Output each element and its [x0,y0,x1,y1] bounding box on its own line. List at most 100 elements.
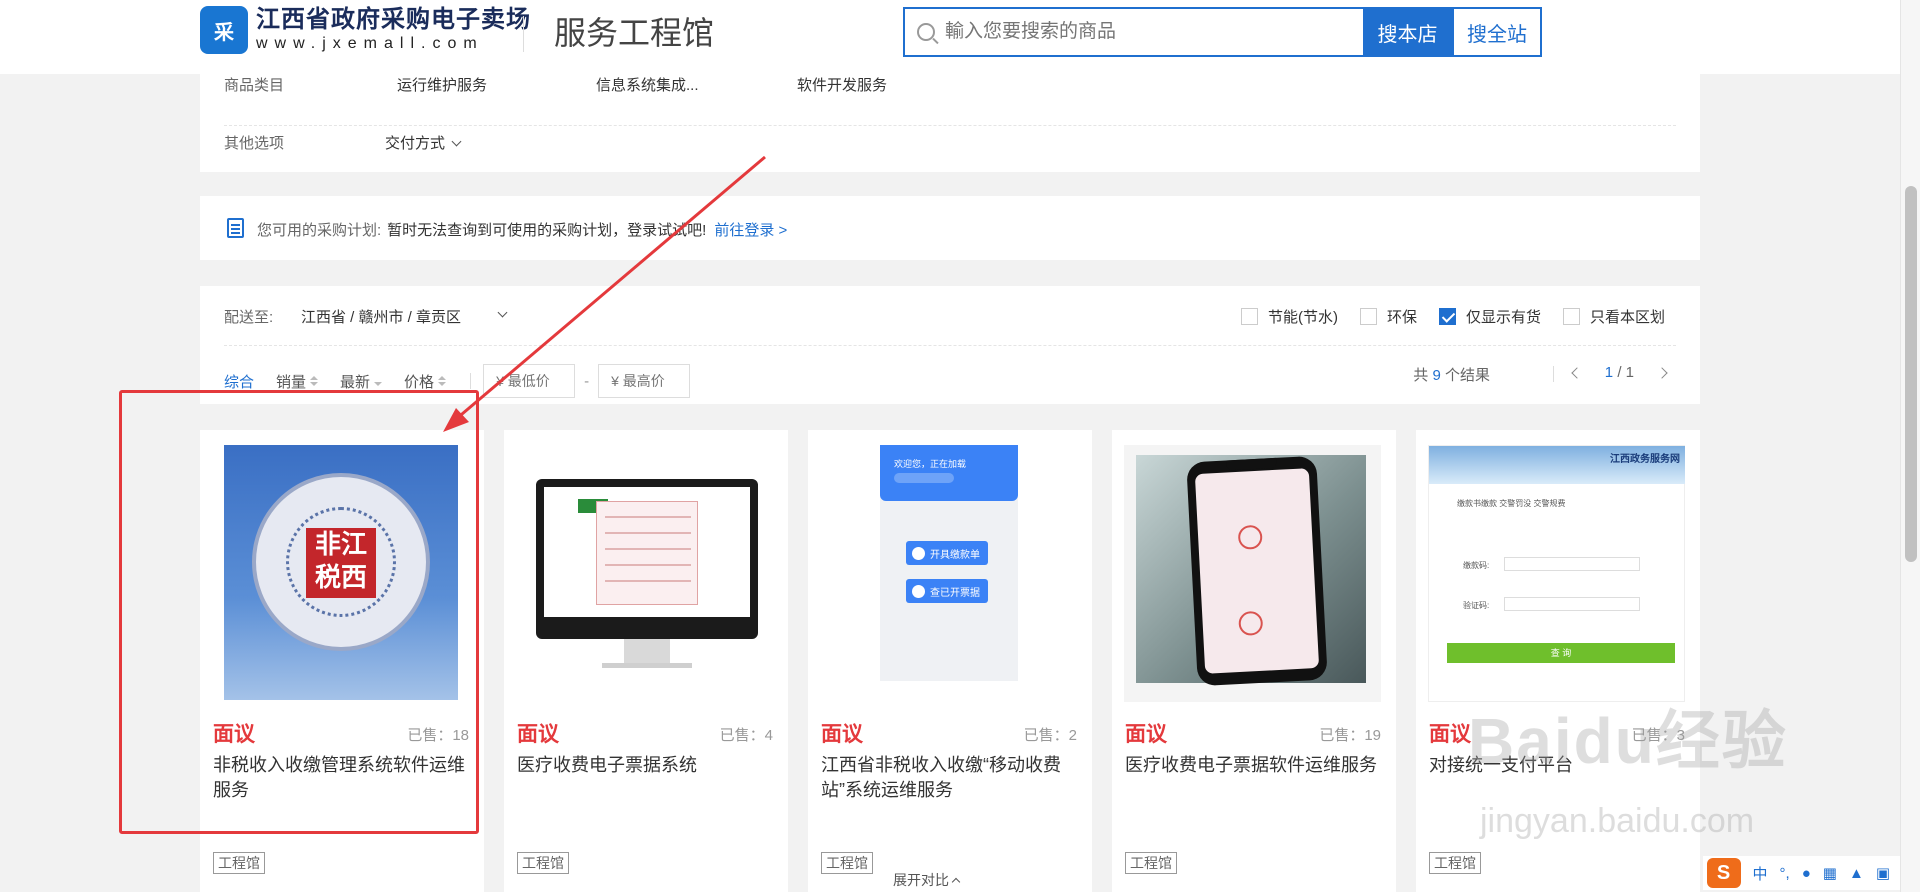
skin-icon[interactable]: ▲ [1849,865,1864,882]
product-card[interactable]: 面议 已售：4 医疗收费电子票据系统 工程馆 [504,430,788,892]
divider [224,345,1676,346]
category-option[interactable]: 运行维护服务 [397,74,487,95]
sort-toggle-icon [438,376,447,386]
chevron-up-icon [951,877,961,887]
product-sold: 已售：19 [1319,727,1381,744]
pagination: 1 / 1 [1571,364,1668,381]
product-image[interactable] [516,445,773,702]
product-image[interactable]: 非江税西 [212,445,469,702]
price-range-dash: - [584,372,590,390]
search-store-button[interactable]: 搜本店 [1363,7,1452,57]
product-card[interactable]: 面议 已售：19 医疗收费电子票据软件运维服务 工程馆 [1112,430,1396,892]
search-all-button[interactable]: 搜全站 [1452,7,1542,57]
site-name: 江西省政府采购电子卖场 [256,6,531,33]
divider [470,373,472,389]
web-label: 验证码: [1463,601,1490,610]
category-label: 商品类目 [224,77,285,94]
checkbox-box[interactable] [1240,308,1258,325]
product-image[interactable] [1124,445,1381,702]
mobile-app-screenshot: 欢迎您，正在加载 开具缴款单 查已开票据 [880,445,1018,702]
product-title[interactable]: 江西省非税收入收缴“移动收费站”系统运维服务 [821,753,1083,803]
product-sold: 已售：4 [719,727,773,744]
expand-compare-button[interactable]: 展开对比 [893,870,961,890]
result-number: 9 [1432,367,1441,384]
sogou-ime-icon[interactable]: S [1706,858,1741,888]
result-prefix: 共 [1413,367,1429,384]
site-url: www.jxemall.com [256,35,484,52]
product-title[interactable]: 医疗收费电子票据系统 [517,753,779,778]
category-row: 商品类目 运行维护服务 信息系统集成... 软件开发服务 [224,74,1676,126]
plan-label: 您可用的采购计划: [257,222,382,239]
checkbox-box-checked[interactable] [1438,308,1456,325]
search-input[interactable] [945,21,1345,43]
watermark-url: jingyan.baidu.com [1480,802,1755,840]
next-page-icon[interactable] [1656,366,1668,379]
checkbox-eco[interactable]: 环保 [1359,306,1417,327]
product-tag: 工程馆 [821,852,873,874]
monitor-icon [536,479,758,639]
sort-label: 销量 [276,373,307,391]
product-title[interactable]: 非税收入收缴管理系统软件运维服务 [213,753,475,803]
ime-toolbar[interactable]: S 中 °, ● ▦ ▲ ▣ [1702,856,1900,890]
seal-text: 非江税西 [306,528,376,598]
product-card[interactable]: 欢迎您，正在加载 开具缴款单 查已开票据 面议 已售：2 江西省非税收入收缴“移… [808,430,1092,892]
sort-label: 最新 [340,373,371,391]
sort-price[interactable]: 价格 [404,371,447,392]
product-price: 面议 [1429,723,1471,746]
checkbox-box[interactable] [1562,308,1580,325]
product-sold: 已售：18 [407,727,469,744]
result-suffix: 个结果 [1444,367,1490,384]
product-card[interactable]: 非江税西 面议 已售：18 非税收入收缴管理系统软件运维服务 工程馆 [200,430,484,892]
checkbox-local-region[interactable]: 只看本区划 [1562,306,1665,327]
login-link[interactable]: 前往登录 > [714,222,787,239]
max-price-input[interactable] [598,364,691,398]
shipping-label: 配送至: [224,309,274,326]
product-sold: 已售：2 [1023,727,1077,744]
delivery-dropdown[interactable]: 交付方式 [385,132,462,153]
product-price: 面议 [517,723,559,746]
divider [1553,366,1554,382]
header-divider [523,16,524,52]
sort-bar: 综合 销量 最新 价格 - [224,364,691,398]
checkbox-label: 仅显示有货 [1465,309,1541,326]
min-price-input[interactable] [483,364,576,398]
page-total: / 1 [1617,364,1634,381]
site-logo[interactable]: 采 江西省政府采购电子卖场 www.jxemall.com [200,6,531,54]
purchase-plan-panel: 您可用的采购计划: 暂时无法查询到可使用的采购计划，登录试试吧! 前往登录 > [200,196,1700,260]
other-options-label: 其他选项 [224,135,285,152]
sort-panel: 配送至: 江西省 / 赣州市 / 章贡区 节能(节水) 环保 仅显示有货 只看本… [200,286,1700,404]
ime-punct[interactable]: °, [1780,865,1790,882]
web-label: 缴款码: [1463,561,1490,570]
grid-icon[interactable]: ▣ [1876,864,1890,882]
smartphone-icon [1186,455,1328,687]
product-tag: 工程馆 [1429,852,1481,874]
vertical-scrollbar[interactable] [1900,0,1920,892]
document-icon [227,218,244,238]
product-image[interactable]: 欢迎您，正在加载 开具缴款单 查已开票据 [820,445,1077,702]
logo-badge-icon: 采 [200,6,248,54]
prev-page-icon[interactable] [1571,366,1583,379]
search-box[interactable] [903,7,1363,57]
checkbox-label: 节能(节水) [1267,309,1338,326]
sort-newest[interactable]: 最新 [340,371,383,392]
sort-down-icon [370,373,383,390]
microphone-icon[interactable]: ● [1802,865,1811,882]
scrollbar-thumb[interactable] [1905,186,1917,562]
category-option[interactable]: 软件开发服务 [797,74,887,95]
shipping-region-select[interactable]: 江西省 / 赣州市 / 章贡区 [301,306,461,327]
checkbox-energy-saving[interactable]: 节能(节水) [1240,306,1338,327]
sort-sales[interactable]: 销量 [276,371,319,392]
chevron-down-icon[interactable] [491,306,508,324]
category-option[interactable]: 信息系统集成... [596,74,699,95]
keyboard-icon[interactable]: ▦ [1823,864,1837,882]
ime-lang[interactable]: 中 [1753,863,1768,884]
product-image[interactable]: 江西政务服务网 缴款书缴款 交警罚没 交警规费 缴款码: 验证码: 查 询 [1428,445,1685,702]
checkbox-in-stock[interactable]: 仅显示有货 [1438,306,1541,327]
chevron-down-icon [451,136,462,147]
product-title[interactable]: 医疗收费电子票据软件运维服务 [1125,753,1387,778]
product-tag: 工程馆 [1125,852,1177,874]
page-current: 1 [1604,364,1614,381]
sort-label: 价格 [404,373,435,391]
checkbox-box[interactable] [1359,308,1377,325]
sort-comprehensive[interactable]: 综合 [224,371,254,392]
